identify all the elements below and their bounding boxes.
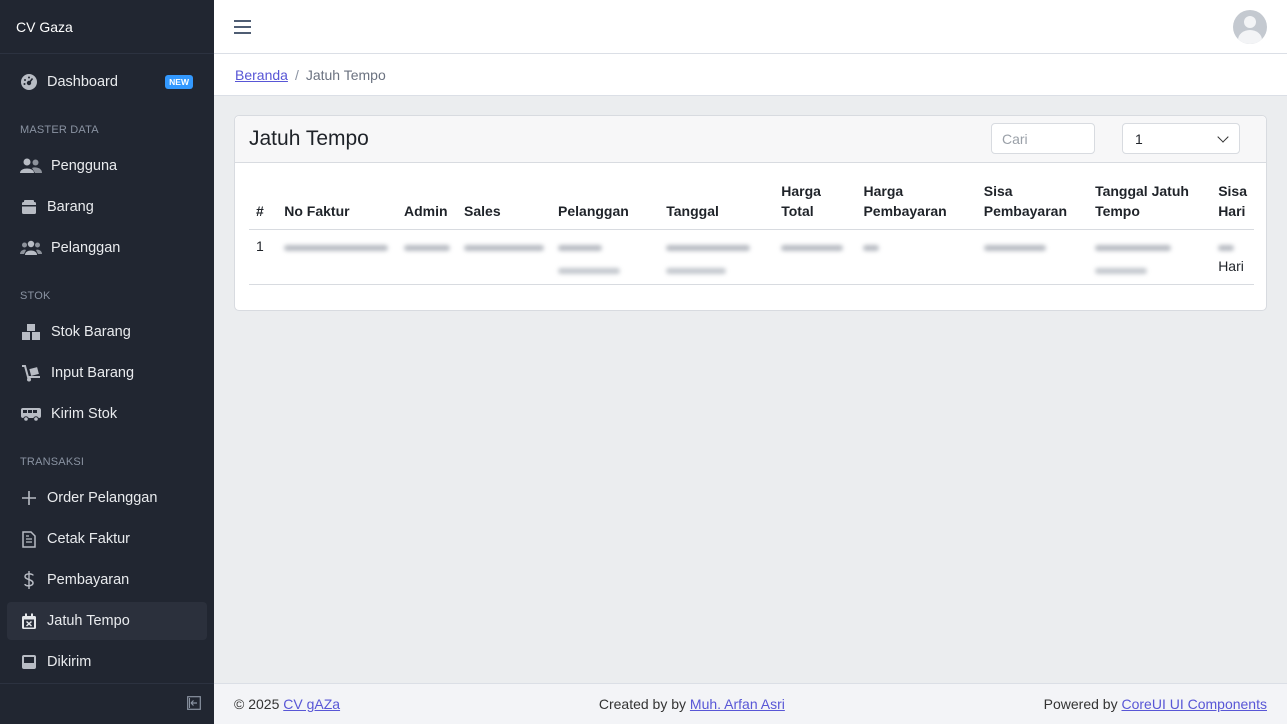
plus-icon (20, 489, 38, 507)
new-badge: NEW (165, 75, 193, 89)
people-group-icon (20, 239, 42, 257)
footer-created-by: Created by by Muh. Arfan Asri (599, 696, 785, 712)
sidebar-collapse-button[interactable] (0, 683, 214, 724)
cell-tanggal-redacted (659, 229, 775, 285)
speedometer-icon (20, 73, 38, 91)
sidebar-item-dikirim[interactable]: Dikirim (7, 643, 207, 681)
inbox-icon (20, 653, 38, 671)
collapse-left-icon (187, 695, 201, 713)
col-header-admin[interactable]: Admin (397, 175, 458, 230)
cell-admin-redacted (397, 229, 458, 285)
cell-sales-redacted (457, 229, 552, 285)
col-header-pelanggan[interactable]: Pelanggan (551, 175, 660, 230)
sidebar-item-label: Stok Barang (51, 324, 131, 340)
copyright-text: © 2025 (234, 696, 280, 712)
powered-by-text: Powered by (1043, 696, 1118, 712)
col-header-tanggal[interactable]: Tanggal (659, 175, 775, 230)
table-row[interactable]: 1 Hari (249, 229, 1254, 285)
users-icon (20, 157, 42, 175)
section-title-master-data: MASTER DATA (20, 124, 99, 136)
sidebar-item-label: Cetak Faktur (47, 531, 130, 547)
sidebar-item-cetak-faktur[interactable]: Cetak Faktur (7, 520, 207, 558)
col-header-no-faktur[interactable]: No Faktur (277, 175, 398, 230)
search-input[interactable] (991, 123, 1095, 154)
breadcrumb: Beranda / Jatuh Tempo (214, 54, 1287, 96)
cell-sisa-hari: Hari (1211, 229, 1254, 285)
sidebar-item-label: Kirim Stok (51, 406, 118, 422)
sidebar-item-stok-barang[interactable]: Stok Barang (7, 313, 207, 351)
sisa-hari-suffix: Hari (1218, 258, 1244, 274)
sidebar-item-dashboard[interactable]: Dashboard NEW (7, 63, 207, 101)
due-table: # No Faktur Admin Sales Pelanggan Tangga… (249, 175, 1254, 285)
card-header: Jatuh Tempo 1 (235, 116, 1266, 163)
sidebar-item-label: Order Pelanggan (47, 490, 158, 506)
jatuh-tempo-card: Jatuh Tempo 1 # No Faktur Admin Sales Pe… (234, 115, 1267, 311)
boxes-stacked-icon (20, 323, 42, 341)
per-page-select[interactable]: 1 (1122, 123, 1240, 154)
footer-powered-by: Powered by CoreUI UI Components (1044, 696, 1267, 712)
cell-tanggal-jatuh-tempo-redacted (1088, 229, 1212, 285)
breadcrumb-separator: / (294, 66, 299, 83)
sidebar-item-label: Pembayaran (47, 572, 130, 588)
sidebar-item-pembayaran[interactable]: Pembayaran (7, 561, 207, 599)
file-invoice-icon (20, 530, 38, 548)
breadcrumb-current: Jatuh Tempo (305, 66, 386, 83)
page-title: Jatuh Tempo (249, 127, 369, 150)
sidebar-item-label: Dashboard (47, 74, 118, 90)
sidebar-item-kirim-stok[interactable]: Kirim Stok (7, 395, 207, 433)
sidebar-item-order-pelanggan[interactable]: Order Pelanggan (7, 479, 207, 517)
calendar-x-icon (20, 612, 38, 630)
sidebar-item-label: Jatuh Tempo (47, 613, 130, 629)
section-title-stok: STOK (20, 290, 51, 302)
sidebar-item-label: Dikirim (47, 654, 92, 670)
sidebar-item-input-barang[interactable]: Input Barang (7, 354, 207, 392)
col-header-harga-pembayaran[interactable]: Harga Pembayaran (856, 175, 977, 230)
sidebar-item-label: Barang (47, 199, 94, 215)
cell-num: 1 (249, 229, 278, 285)
dollar-icon (20, 571, 38, 589)
col-header-harga-total[interactable]: Harga Total (774, 175, 857, 230)
sidebar-item-pengguna[interactable]: Pengguna (7, 147, 207, 185)
col-header-tanggal-jatuh-tempo[interactable]: Tanggal Jatuh Tempo (1088, 175, 1212, 230)
footer: © 2025 CV gAZa Created by by Muh. Arfan … (214, 683, 1287, 724)
breadcrumb-home-link[interactable]: Beranda (235, 67, 288, 83)
section-title-transaksi: TRANSAKSI (20, 456, 85, 468)
top-header (214, 0, 1287, 54)
sidebar-item-label: Pelanggan (51, 240, 121, 256)
sidebar-nav: Dashboard NEW MASTER DATA Pengguna Baran… (0, 54, 214, 681)
table-header-row: # No Faktur Admin Sales Pelanggan Tangga… (249, 175, 1254, 230)
cell-harga-total-redacted (774, 229, 857, 285)
sidebar-item-label: Pengguna (51, 158, 118, 174)
truck-icon (20, 405, 42, 423)
sidebar-item-jatuh-tempo[interactable]: Jatuh Tempo (7, 602, 207, 640)
col-header-num[interactable]: # (249, 175, 278, 230)
cell-no-faktur-redacted (277, 229, 398, 285)
sidebar-item-pelanggan[interactable]: Pelanggan (7, 229, 207, 267)
sidebar: CV Gaza Dashboard NEW MASTER DATA Penggu… (0, 0, 214, 724)
sidebar-item-label: Input Barang (51, 365, 135, 381)
user-avatar[interactable] (1233, 9, 1267, 44)
sidebar-item-barang[interactable]: Barang (7, 188, 207, 226)
per-page-value: 1 (1135, 130, 1143, 147)
cell-pelanggan-redacted (551, 229, 660, 285)
dolly-icon (20, 364, 42, 382)
author-link[interactable]: Muh. Arfan Asri (690, 696, 785, 712)
copyright-link[interactable]: CV gAZa (283, 696, 340, 712)
cell-harga-pembayaran-redacted (856, 229, 977, 285)
chevron-down-icon (1217, 130, 1229, 143)
col-header-sisa-hari[interactable]: Sisa Hari (1211, 175, 1254, 230)
col-header-sales[interactable]: Sales (457, 175, 552, 230)
brand-name[interactable]: CV Gaza (0, 0, 214, 54)
hamburger-menu-icon[interactable] (234, 19, 251, 34)
box-icon (20, 198, 38, 216)
footer-copyright: © 2025 CV gAZa (234, 696, 340, 712)
coreui-link[interactable]: CoreUI UI Components (1121, 696, 1267, 712)
cell-sisa-pembayaran-redacted (976, 229, 1089, 285)
col-header-sisa-pembayaran[interactable]: Sisa Pembayaran (976, 175, 1089, 230)
created-by-text: Created by by (598, 696, 687, 712)
